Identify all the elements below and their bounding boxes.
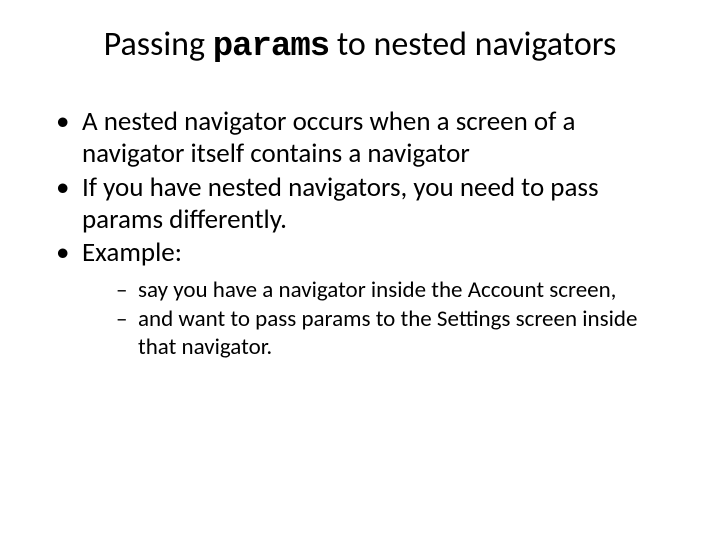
bullet-text: Example: <box>82 236 182 269</box>
bullet-text: If you have nested navigators, you need … <box>82 171 599 236</box>
sub-bullet-item: say you have a navigator inside the Acco… <box>116 277 680 304</box>
sub-bullet-item: and want to pass params to the Settings … <box>116 306 680 360</box>
main-bullet-list: A nested navigator occurs when a screen … <box>40 106 680 361</box>
bullet-item: A nested navigator occurs when a screen … <box>56 106 680 170</box>
title-pre: Passing <box>104 24 213 65</box>
bullet-item: If you have nested navigators, you need … <box>56 172 680 236</box>
bullet-text: A nested navigator occurs when a screen … <box>82 105 575 170</box>
sub-bullet-text: and want to pass params to the Settings … <box>138 305 637 360</box>
bullet-item: Example: say you have a navigator inside… <box>56 237 680 360</box>
sub-bullet-text: say you have a navigator inside the Acco… <box>138 276 616 304</box>
slide-title: Passing params to nested navigators <box>40 24 680 66</box>
title-post: to nested navigators <box>329 24 616 65</box>
title-mono: params <box>213 28 329 66</box>
sub-bullet-list: say you have a navigator inside the Acco… <box>82 277 680 360</box>
